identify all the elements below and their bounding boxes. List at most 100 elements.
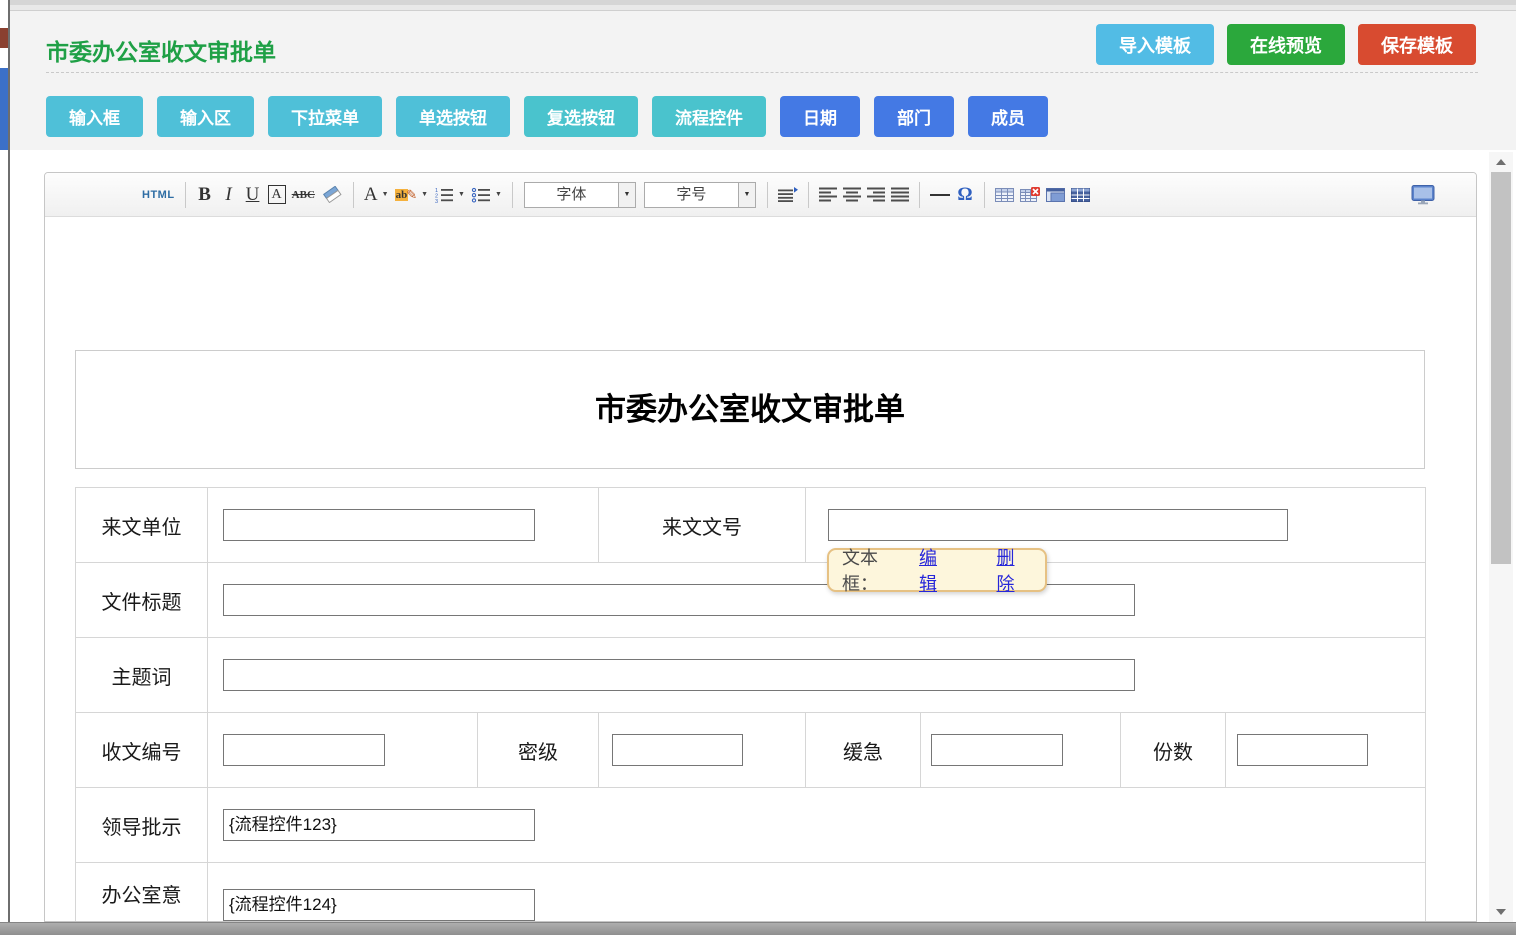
- tooltip-label: 文本框：: [842, 544, 913, 596]
- editor-canvas[interactable]: 市委办公室收文审批单 来文单位 来文文号 文件标题 主: [45, 217, 1476, 922]
- insert-dropdown-button[interactable]: 下拉菜单: [268, 96, 382, 137]
- insert-checkbox-button[interactable]: 复选按钮: [524, 96, 638, 137]
- special-character-button[interactable]: Ω: [953, 180, 977, 210]
- cell-properties-icon: [1071, 187, 1090, 203]
- font-color-button[interactable]: A ▼: [361, 180, 392, 210]
- edit-link[interactable]: 编辑: [919, 544, 955, 596]
- indent-button[interactable]: [775, 180, 801, 210]
- unordered-list-button[interactable]: ▼: [468, 180, 505, 210]
- control-insert-buttons: 输入框 输入区 下拉菜单 单选按钮 复选按钮 流程控件 日期 部门 成员: [46, 96, 1048, 137]
- huanji-input[interactable]: [931, 734, 1063, 766]
- ordered-list-button[interactable]: 1 2 3 ▼: [431, 180, 468, 210]
- field-label: 份数: [1153, 742, 1193, 764]
- background-window-sliver: [0, 0, 8, 922]
- rich-text-editor: HTML B I U A ABC A ▼: [44, 172, 1477, 922]
- table-row: 收文编号 密级 缓急 份数: [76, 713, 1426, 788]
- table-properties-button[interactable]: [1043, 180, 1068, 210]
- ordered-list-icon: 1 2 3: [434, 187, 454, 203]
- zhutici-input[interactable]: [223, 659, 1135, 691]
- field-label: 缓急: [843, 742, 883, 764]
- fullscreen-monitor-icon: [1411, 185, 1435, 205]
- chevron-down-icon: ▼: [382, 191, 389, 198]
- insert-table-icon: [995, 187, 1014, 203]
- table-row: 领导批示 {流程控件123}: [76, 788, 1426, 863]
- html-source-button[interactable]: HTML: [139, 180, 178, 210]
- align-right-icon: [867, 187, 885, 202]
- shouwen-bianhao-input[interactable]: [223, 734, 385, 766]
- insert-radio-button[interactable]: 单选按钮: [396, 96, 510, 137]
- eraser-icon: [321, 186, 343, 203]
- highlight-color-button[interactable]: ab ✎ ▼: [392, 180, 431, 210]
- flow-control-placeholder[interactable]: {流程控件124}: [223, 889, 535, 921]
- window-bottom-edge: [0, 922, 1516, 935]
- scroll-down-button[interactable]: [1489, 904, 1513, 920]
- table-row: 主题词: [76, 638, 1426, 713]
- insert-member-button[interactable]: 成员: [968, 96, 1048, 137]
- field-label: 主题词: [112, 667, 172, 689]
- chevron-down-icon: ▼: [421, 191, 428, 198]
- table-properties-icon: [1046, 187, 1065, 203]
- table-row: 来文单位 来文文号: [76, 488, 1426, 563]
- insert-date-button[interactable]: 日期: [780, 96, 860, 137]
- form-title: 市委办公室收文审批单: [76, 351, 1424, 468]
- scrollbar-thumb[interactable]: [1491, 172, 1511, 564]
- align-right-button[interactable]: [864, 180, 888, 210]
- insert-textarea-button[interactable]: 输入区: [157, 96, 254, 137]
- delete-link[interactable]: 删除: [997, 544, 1033, 596]
- delete-table-icon: [1020, 187, 1040, 203]
- background-window-blue-fragment: [0, 68, 8, 150]
- pencil-icon: ✎: [406, 187, 417, 203]
- editor-toolbar: HTML B I U A ABC A ▼: [45, 173, 1476, 217]
- align-left-button[interactable]: [816, 180, 840, 210]
- italic-button[interactable]: I: [217, 180, 241, 210]
- insert-input-box-button[interactable]: 输入框: [46, 96, 143, 137]
- insert-table-button[interactable]: [992, 180, 1017, 210]
- toolbar-separator: [808, 182, 809, 208]
- insert-department-button[interactable]: 部门: [874, 96, 954, 137]
- form-title-box: 市委办公室收文审批单: [75, 350, 1425, 469]
- fullscreen-button[interactable]: [1408, 180, 1438, 210]
- background-window-red-fragment: [0, 28, 8, 48]
- online-preview-button[interactable]: 在线预览: [1227, 24, 1345, 65]
- toolbar-separator: [984, 182, 985, 208]
- insert-flow-control-button[interactable]: 流程控件: [652, 96, 766, 137]
- framed-text-button[interactable]: A: [265, 180, 289, 210]
- eraser-button[interactable]: [318, 180, 346, 210]
- header-dashed-divider: [46, 72, 1478, 73]
- miji-input[interactable]: [612, 734, 743, 766]
- horizontal-rule-button[interactable]: [927, 180, 953, 210]
- field-label: 来文单位: [102, 517, 182, 539]
- font-family-select[interactable]: 字体 ▼: [524, 182, 636, 208]
- align-left-icon: [819, 187, 837, 202]
- chevron-down-icon: ▼: [458, 191, 465, 198]
- header-action-buttons: 导入模板 在线预览 保存模板: [1096, 24, 1476, 65]
- toolbar-separator: [919, 182, 920, 208]
- laiwen-danwei-input[interactable]: [223, 509, 535, 541]
- chevron-down-icon: ▼: [738, 183, 755, 207]
- field-label: 收文编号: [102, 742, 182, 764]
- fenshu-input[interactable]: [1237, 734, 1368, 766]
- flow-control-placeholder[interactable]: {流程控件123}: [223, 809, 535, 841]
- cell-properties-button[interactable]: [1068, 180, 1093, 210]
- align-justify-icon: [891, 187, 909, 202]
- delete-table-button[interactable]: [1017, 180, 1043, 210]
- scroll-up-arrow-icon: [1496, 159, 1506, 165]
- underline-button[interactable]: U: [241, 180, 265, 210]
- scrollbar[interactable]: [1489, 152, 1513, 922]
- table-row: 办公室意 {流程控件124}: [76, 863, 1426, 923]
- unordered-list-icon: [471, 187, 491, 203]
- editor-workspace: HTML B I U A ABC A ▼: [10, 150, 1516, 922]
- save-template-button[interactable]: 保存模板: [1358, 24, 1476, 65]
- import-template-button[interactable]: 导入模板: [1096, 24, 1214, 65]
- page-title: 市委办公室收文审批单: [46, 33, 276, 67]
- laiwen-wenhao-input[interactable]: [828, 509, 1288, 541]
- font-size-select[interactable]: 字号 ▼: [644, 182, 756, 208]
- align-center-button[interactable]: [840, 180, 864, 210]
- scroll-up-button[interactable]: [1489, 154, 1513, 170]
- strikethrough-button[interactable]: ABC: [289, 180, 318, 210]
- indent-icon: [778, 187, 798, 202]
- bold-button[interactable]: B: [193, 180, 217, 210]
- align-justify-button[interactable]: [888, 180, 912, 210]
- toolbar-separator: [767, 182, 768, 208]
- field-label: 办公室意: [102, 885, 182, 907]
